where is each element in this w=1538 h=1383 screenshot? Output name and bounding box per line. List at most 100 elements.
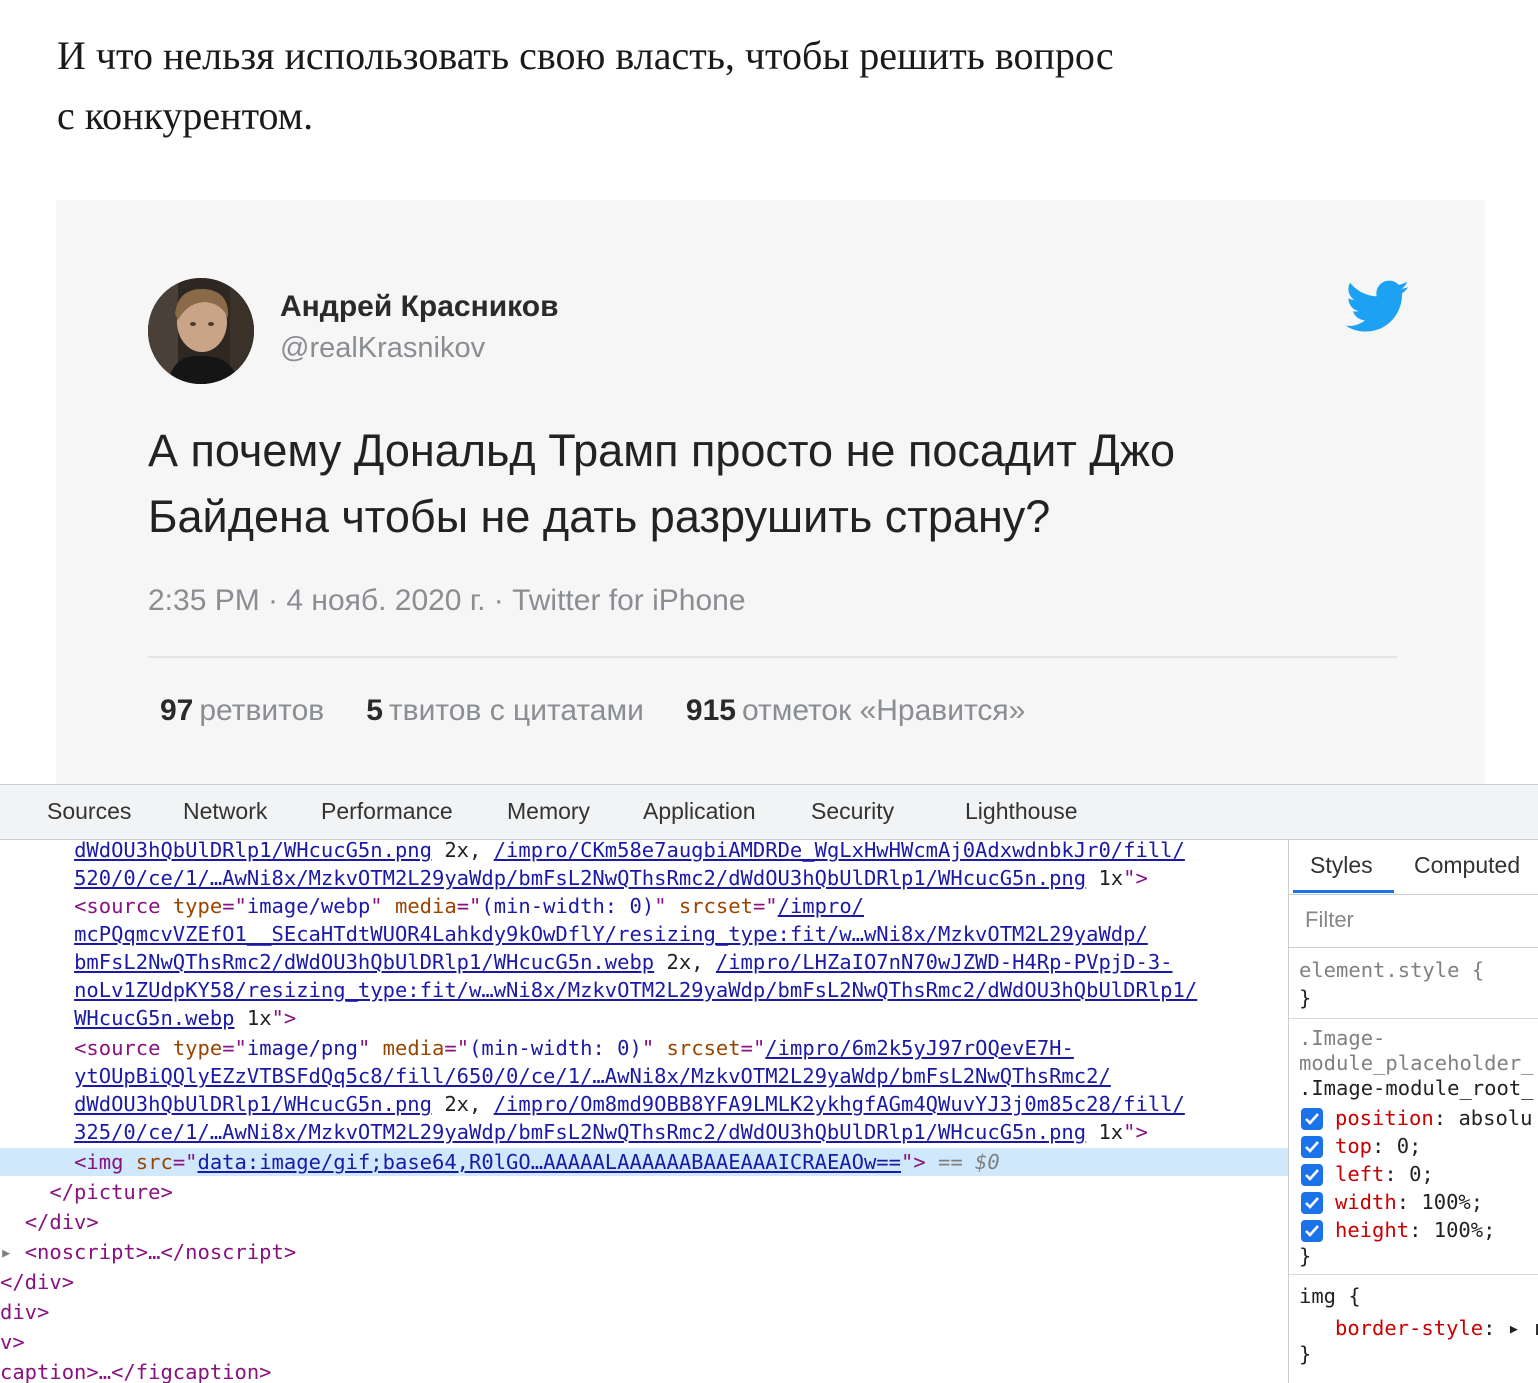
srcset-link[interactable]: mcPQqmcvVZEfO1__SEcaHTdtWUOR4Lahkdy9kOwD… xyxy=(74,922,1148,946)
property-name: position xyxy=(1335,1106,1434,1130)
dom-node-fragment[interactable]: div> xyxy=(0,1298,1288,1326)
styles-pane: Styles Computed Filter element.style { }… xyxy=(1288,840,1538,1383)
srcset-link[interactable]: /impro/CKm58e7augbiAMDRDe_WgLxHwHWcmAj0A… xyxy=(494,840,1185,862)
dom-node-close-div[interactable]: </div> xyxy=(0,1268,1288,1296)
avatar[interactable] xyxy=(148,278,254,384)
noscript-tag: <noscript>…</noscript> xyxy=(24,1240,297,1264)
property-value: 0; xyxy=(1396,1134,1422,1158)
dom-node-close-picture[interactable]: </picture> xyxy=(0,1178,1288,1206)
property-value: r xyxy=(1532,1316,1538,1340)
likes-stat[interactable]: 915 отметок «Нравится» xyxy=(686,694,1025,727)
tab-sources[interactable]: Sources xyxy=(47,798,131,825)
style-declaration[interactable]: position: absolu xyxy=(1335,1106,1533,1130)
retweets-count: 97 xyxy=(160,694,194,727)
dom-node-figcaption[interactable]: caption>…</figcaption> xyxy=(0,1358,1288,1383)
img-src-link[interactable]: data:image/gif;base64,R0lGO…AAAAALAAAAAA… xyxy=(198,1150,902,1174)
dom-node-line[interactable]: noLv1ZUdpKY58/resizing_type:fit/w…wNi8x/… xyxy=(0,976,1288,1004)
dom-node-line[interactable]: WHcucG5n.webp 1x"> xyxy=(0,1004,1288,1032)
tab-application[interactable]: Application xyxy=(643,798,756,825)
property-checkbox[interactable] xyxy=(1301,1220,1323,1242)
figcaption-tag: caption>…</figcaption> xyxy=(0,1360,272,1383)
close-tag: </div> xyxy=(24,1210,99,1234)
dom-node-line[interactable]: bmFsL2NwQThsRmc2/dWdOU3hQbUlDRlp1/WHcucG… xyxy=(0,948,1288,976)
filter-placeholder: Filter xyxy=(1305,907,1354,932)
active-tab-indicator xyxy=(1293,890,1394,893)
dom-node-line[interactable]: dWdOU3hQbUlDRlp1/WHcucG5n.png 2x, /impro… xyxy=(0,1090,1288,1118)
attr-value: image/webp xyxy=(246,894,371,918)
tweet-timestamp[interactable]: 2:35 PM · 4 нояб. 2020 г. · Twitter for … xyxy=(148,584,746,618)
rule-divider xyxy=(1289,1018,1538,1019)
srcset-link[interactable]: /impro/Om8md9OBB8YFA9LMLK2ykhgfAGm4QWuvY… xyxy=(494,1092,1185,1116)
srcset-descriptor: 1x xyxy=(234,1006,272,1030)
dom-node-fragment[interactable]: v> xyxy=(0,1328,1288,1356)
tab-security[interactable]: Security xyxy=(811,798,894,825)
tweet-stats: 97 ретвитов 5 твитов с цитатами 915 отметок «… xyxy=(160,694,1067,728)
rule-selector[interactable]: module_placeholder_ xyxy=(1299,1051,1534,1075)
rule-selector[interactable]: img { xyxy=(1299,1284,1361,1308)
srcset-descriptor: 2x, xyxy=(431,840,494,862)
tweet-embed[interactable]: Андрей Красников @realKrasnikov А почему… xyxy=(56,200,1485,800)
tab-performance[interactable]: Performance xyxy=(321,798,453,825)
style-declaration[interactable]: width: 100%; xyxy=(1335,1190,1483,1214)
dom-node-line[interactable]: 520/0/ce/1/…AwNi8x/MzkvOTM2L29yaWdp/bmFs… xyxy=(0,864,1288,892)
property-checkbox[interactable] xyxy=(1301,1108,1323,1130)
close-brace: } xyxy=(1299,986,1312,1010)
expand-arrow-icon[interactable]: ▸ xyxy=(1508,1316,1533,1340)
srcset-link[interactable]: dWdOU3hQbUlDRlp1/WHcucG5n.png xyxy=(74,840,432,862)
srcset-link[interactable]: bmFsL2NwQThsRmc2/dWdOU3hQbUlDRlp1/WHcucG… xyxy=(74,950,654,974)
selected-node-marker: == $0 xyxy=(938,1150,1000,1174)
srcset-link[interactable]: 520/0/ce/1/…AwNi8x/MzkvOTM2L29yaWdp/bmFs… xyxy=(74,866,1086,890)
style-declaration[interactable]: border-style: ▸ r xyxy=(1335,1316,1538,1340)
srcset-link[interactable]: WHcucG5n.webp xyxy=(74,1006,234,1030)
tweet-divider xyxy=(148,656,1397,658)
property-name: width xyxy=(1335,1190,1397,1214)
rule-selector[interactable]: .Image- xyxy=(1299,1026,1385,1050)
dom-node-line[interactable]: mcPQqmcvVZEfO1__SEcaHTdtWUOR4Lahkdy9kOwD… xyxy=(0,920,1288,948)
dom-node-line[interactable]: dWdOU3hQbUlDRlp1/WHcucG5n.png 2x, /impro… xyxy=(0,840,1288,864)
tab-styles[interactable]: Styles xyxy=(1310,852,1373,879)
styles-tab-bar: Styles Computed xyxy=(1289,840,1538,895)
rule-selector[interactable]: .Image-module_root_ xyxy=(1299,1076,1534,1100)
dom-node-source-webp[interactable]: <source type="image/webp" media="(min-wi… xyxy=(0,892,1288,920)
dom-node-img-selected[interactable]: <img src="data:image/gif;base64,R0lGO…AA… xyxy=(0,1148,1288,1176)
quotes-stat[interactable]: 5 твитов с цитатами xyxy=(366,694,644,727)
styles-filter-input[interactable]: Filter xyxy=(1289,895,1538,948)
dom-node-close-div[interactable]: </div> xyxy=(0,1208,1288,1236)
property-name: height xyxy=(1335,1218,1410,1242)
srcset-link[interactable]: ytOUpBiQQlyEZzVTBSFdQq5c8/fill/650/0/ce/… xyxy=(74,1064,1111,1088)
tab-memory[interactable]: Memory xyxy=(507,798,590,825)
expand-arrow-icon[interactable]: ▸ xyxy=(0,1240,12,1264)
tab-computed[interactable]: Computed xyxy=(1414,852,1520,879)
tweet-text-line-2: Байдена чтобы не дать разрушить страну? xyxy=(148,491,1051,542)
tweet-author-handle[interactable]: @realKrasnikov xyxy=(280,332,485,365)
tweet-text: А почему Дональд Трамп просто не посадит… xyxy=(148,418,1348,550)
dom-node-line[interactable]: ytOUpBiQQlyEZzVTBSFdQq5c8/fill/650/0/ce/… xyxy=(0,1062,1288,1090)
close-tag: </div> xyxy=(0,1270,75,1294)
dom-node-source-png[interactable]: <source type="image/png" media="(min-wid… xyxy=(0,1034,1288,1062)
property-value: 0; xyxy=(1409,1162,1434,1186)
property-checkbox[interactable] xyxy=(1301,1192,1323,1214)
tweet-author-name[interactable]: Андрей Красников xyxy=(280,290,559,324)
article-paragraph: И что нельзя использовать свою власть, ч… xyxy=(57,26,1357,146)
srcset-link[interactable]: /impro/LHZaIO7nN70wJZWD-H4Rp-PVpjD-3- xyxy=(716,950,1173,974)
style-declaration[interactable]: left: 0; xyxy=(1335,1162,1434,1186)
tab-lighthouse[interactable]: Lighthouse xyxy=(965,798,1078,825)
property-checkbox[interactable] xyxy=(1301,1164,1323,1186)
dom-node-line[interactable]: 325/0/ce/1/…AwNi8x/MzkvOTM2L29yaWdp/bmFs… xyxy=(0,1118,1288,1146)
element-style-selector[interactable]: element.style { xyxy=(1299,958,1484,982)
close-tag: v> xyxy=(0,1330,25,1354)
srcset-link[interactable]: /impro/6m2k5yJ97rOQevE7H- xyxy=(765,1036,1074,1060)
retweets-stat[interactable]: 97 ретвитов xyxy=(160,694,324,727)
style-declaration[interactable]: top: 0; xyxy=(1335,1134,1421,1158)
property-name: border-style xyxy=(1335,1316,1484,1340)
close-tag: </picture> xyxy=(49,1180,173,1204)
srcset-link[interactable]: /impro/ xyxy=(778,894,864,918)
srcset-link[interactable]: dWdOU3hQbUlDRlp1/WHcucG5n.png xyxy=(74,1092,432,1116)
srcset-link[interactable]: 325/0/ce/1/…AwNi8x/MzkvOTM2L29yaWdp/bmFs… xyxy=(74,1120,1086,1144)
twitter-bird-icon[interactable] xyxy=(1345,280,1410,334)
dom-node-noscript[interactable]: ▸ <noscript>…</noscript> xyxy=(0,1238,1288,1266)
style-declaration[interactable]: height: 100%; xyxy=(1335,1218,1495,1242)
srcset-link[interactable]: noLv1ZUdpKY58/resizing_type:fit/w…wNi8x/… xyxy=(74,978,1197,1002)
tab-network[interactable]: Network xyxy=(183,798,267,825)
property-checkbox[interactable] xyxy=(1301,1136,1323,1158)
